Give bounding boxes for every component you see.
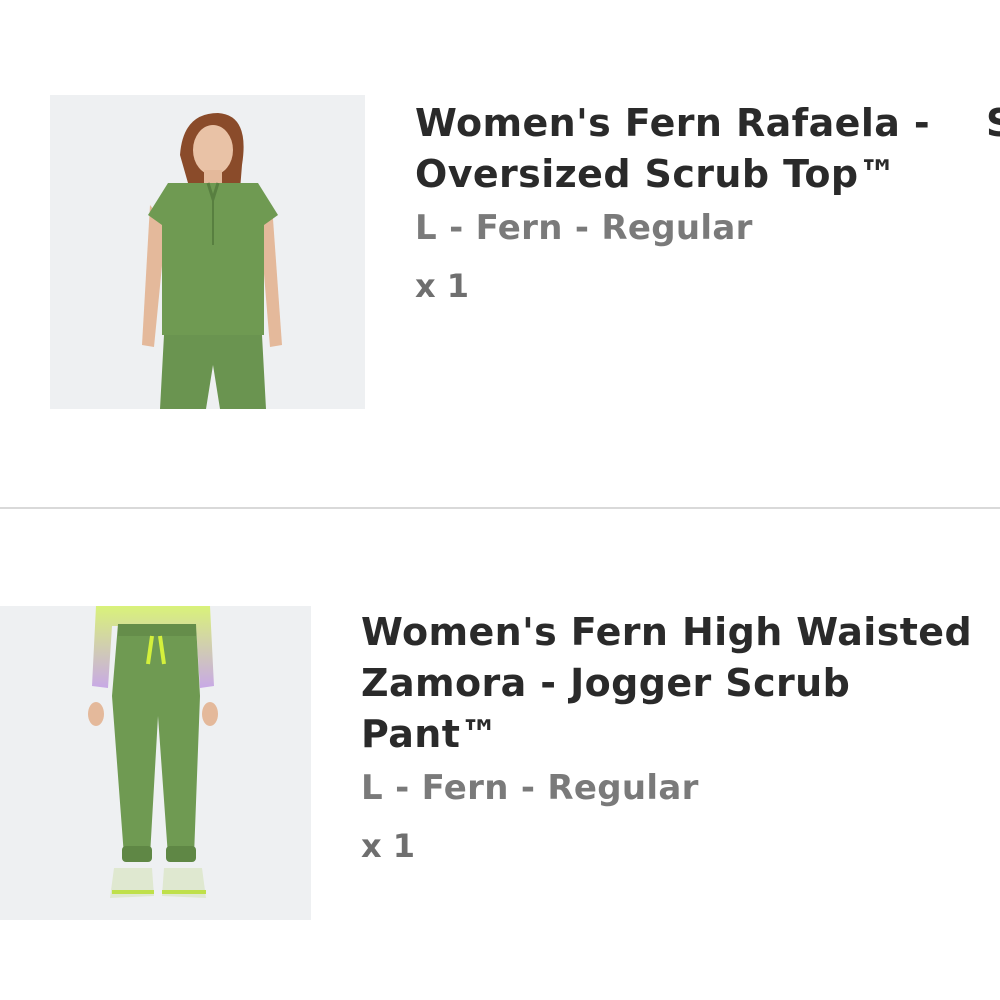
jogger-pant-illustration [0,606,311,920]
product-image[interactable] [50,95,365,409]
cart-page: Women's Fern Rafaela - Oversized Scrub T… [0,0,1000,1000]
cart-line-item[interactable]: Women's Fern High Waisted Zamora - Jogge… [0,509,1000,1000]
product-title[interactable]: Women's Fern Rafaela - Oversized Scrub T… [415,98,975,200]
scrub-top-illustration [50,95,365,409]
product-variant: L - Fern - Regular [361,768,699,808]
product-info: Women's Fern Rafaela - Oversized Scrub T… [415,98,975,306]
product-quantity: x 1 [361,827,416,865]
cart-line-item[interactable]: Women's Fern Rafaela - Oversized Scrub T… [0,0,1000,507]
product-title[interactable]: Women's Fern High Waisted Zamora - Jogge… [361,607,1000,760]
product-price: S [986,101,1000,145]
product-quantity: x 1 [415,267,470,305]
product-info: Women's Fern High Waisted Zamora - Jogge… [361,607,1000,866]
product-variant: L - Fern - Regular [415,208,753,248]
product-image[interactable] [0,606,311,920]
